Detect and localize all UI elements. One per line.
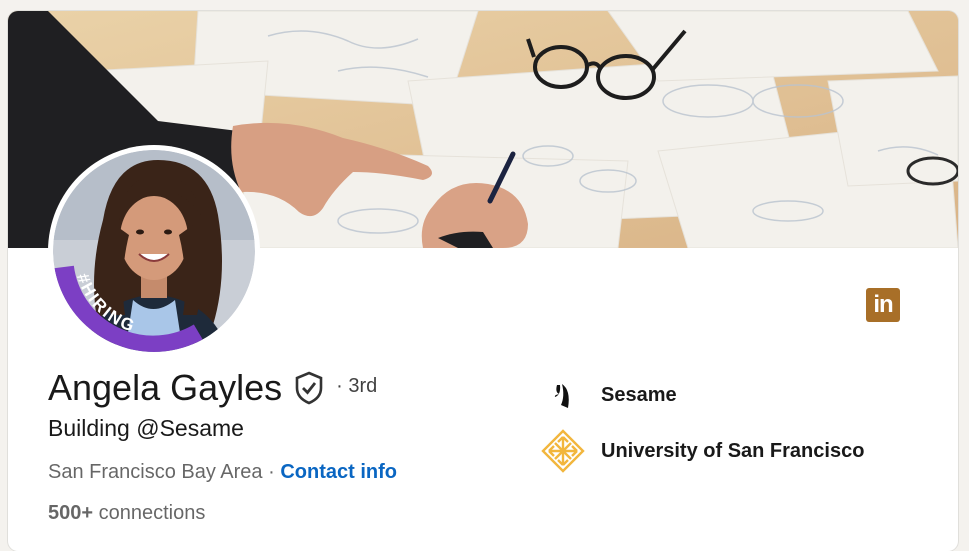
profile-photo[interactable]: #HIRING xyxy=(48,145,260,357)
profile-location: San Francisco Bay Area xyxy=(48,461,263,483)
connections-label: connections xyxy=(98,502,206,524)
org-item-sesame[interactable]: Sesame xyxy=(541,373,677,417)
connections-row[interactable]: 500+ connections xyxy=(48,502,205,525)
sesame-logo-icon xyxy=(541,373,585,417)
profile-card: #HIRING in Angela Gayles · 3rd Building … xyxy=(8,11,958,551)
avatar: #HIRING xyxy=(53,150,255,352)
contact-info-link[interactable]: Contact info xyxy=(280,461,397,483)
shield-check-icon[interactable] xyxy=(294,371,324,405)
avatar-portrait: #HIRING xyxy=(53,150,255,352)
name-row: Angela Gayles · 3rd xyxy=(48,367,377,409)
linkedin-badge[interactable]: in xyxy=(866,288,900,322)
connections-count: 500+ xyxy=(48,502,94,524)
connection-degree: · 3rd xyxy=(336,374,378,397)
linkedin-badge-text: in xyxy=(873,291,893,318)
org-label: Sesame xyxy=(601,383,677,406)
location-row: San Francisco Bay Area · Contact info xyxy=(48,461,397,484)
org-item-university[interactable]: University of San Francisco xyxy=(541,429,864,473)
profile-name: Angela Gayles xyxy=(48,367,283,408)
profile-headline: Building @Sesame xyxy=(48,415,244,441)
usf-logo-icon xyxy=(541,429,585,473)
org-label: University of San Francisco xyxy=(601,439,865,462)
separator: · xyxy=(268,461,275,483)
